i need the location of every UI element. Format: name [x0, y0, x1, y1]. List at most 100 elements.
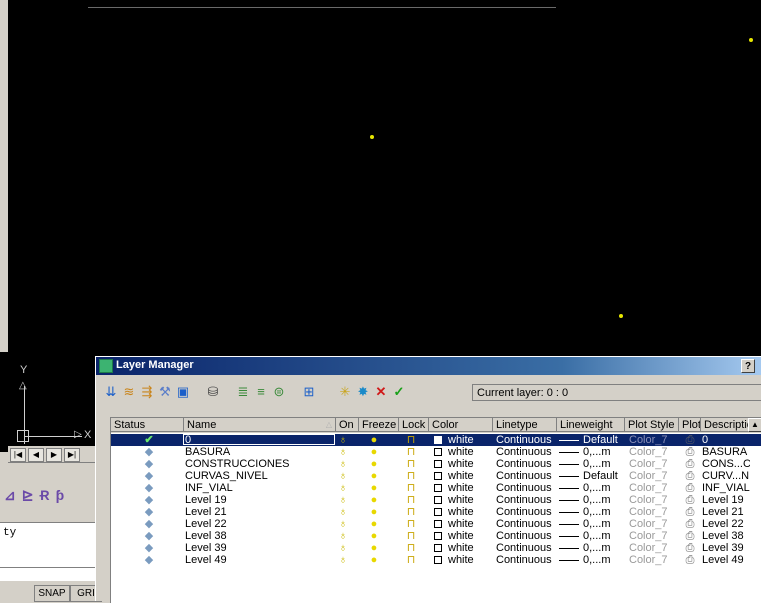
layer-row[interactable]: ◆ INF_VIAL ♁ ● ⊓ white Continuous 0,...m Color_7…	[111, 482, 761, 494]
layer-name[interactable]: BASURA	[185, 446, 335, 458]
layer-lineweight[interactable]: 0,...m	[583, 530, 628, 542]
printer-icon[interactable]: ⎙	[680, 554, 700, 566]
layer-lineweight[interactable]: 0,...m	[583, 554, 628, 566]
layer-name[interactable]: Level 49	[185, 554, 335, 566]
layer-description[interactable]: CONS...C	[702, 458, 750, 470]
layer-linetype[interactable]: Continuous	[496, 494, 558, 506]
layer-status-icon[interactable]: ◆	[141, 530, 157, 542]
sun-thawed-icon[interactable]: ●	[367, 434, 381, 446]
layer-linetype[interactable]: Continuous	[496, 458, 558, 470]
column-header-plot-style[interactable]: Plot Style	[625, 418, 679, 432]
lightbulb-on-icon[interactable]: ♁	[337, 482, 349, 494]
layer-color[interactable]: white	[448, 518, 488, 530]
column-header-linetype[interactable]: Linetype	[493, 418, 557, 432]
layer-color[interactable]: white	[448, 482, 488, 494]
filter-icon[interactable]: ⛁	[204, 383, 222, 401]
layer-name[interactable]: Level 22	[185, 518, 335, 530]
region-tool-icon[interactable]: ⊵	[22, 488, 34, 502]
layer-row[interactable]: ◆ CONSTRUCCIONES ♁ ● ⊓ white Continuous 0,...m C…	[111, 458, 761, 470]
column-header-freeze[interactable]: Freeze	[359, 418, 399, 432]
color-swatch[interactable]	[434, 448, 442, 456]
layer-name[interactable]: Level 39	[185, 542, 335, 554]
layer-status-icon[interactable]: ◆	[141, 482, 157, 494]
drawing-point[interactable]	[370, 135, 374, 139]
drawing-point[interactable]	[619, 314, 623, 318]
layer-linetype[interactable]: Continuous	[496, 530, 558, 542]
layer-lineweight[interactable]: 0,...m	[583, 494, 628, 506]
color-swatch[interactable]	[434, 508, 442, 516]
printer-icon[interactable]: ⎙	[680, 434, 700, 446]
printer-icon[interactable]: ⎙	[680, 506, 700, 518]
color-swatch[interactable]	[434, 544, 442, 552]
color-swatch[interactable]	[434, 520, 442, 528]
column-header-lock[interactable]: Lock	[399, 418, 429, 432]
column-header-name[interactable]: Name △	[184, 418, 336, 432]
color-swatch[interactable]	[434, 472, 442, 480]
layer-name[interactable]: 0	[185, 434, 335, 446]
layer-description[interactable]: Level 49	[702, 554, 750, 566]
layer-color[interactable]: white	[448, 458, 488, 470]
unlocked-icon[interactable]: ⊓	[404, 542, 418, 554]
layer-linetype[interactable]: Continuous	[496, 518, 558, 530]
lightbulb-on-icon[interactable]: ♁	[337, 554, 349, 566]
color-swatch[interactable]	[434, 484, 442, 492]
layer-description[interactable]: 0	[702, 434, 750, 446]
layer-status-icon[interactable]: ◆	[141, 506, 157, 518]
scroll-up-button[interactable]: ▲	[748, 418, 761, 432]
layer-color[interactable]: white	[448, 530, 488, 542]
printer-icon[interactable]: ⎙	[680, 482, 700, 494]
unlocked-icon[interactable]: ⊓	[404, 446, 418, 458]
color-swatch[interactable]	[434, 532, 442, 540]
help-button[interactable]: ?	[741, 359, 755, 373]
color-swatch[interactable]	[434, 460, 442, 468]
sun-thawed-icon[interactable]: ●	[367, 518, 381, 530]
layer-row[interactable]: ◆ Level 39 ♁ ● ⊓ white Continuous 0,...m Color_7…	[111, 542, 761, 554]
layer-color[interactable]: white	[448, 470, 488, 482]
unlocked-icon[interactable]: ⊓	[404, 530, 418, 542]
column-header-color[interactable]: Color	[429, 418, 493, 432]
layer-description[interactable]: Level 19	[702, 494, 750, 506]
layer-row[interactable]: ◆ Level 21 ♁ ● ⊓ white Continuous 0,...m Color_7…	[111, 506, 761, 518]
unlocked-icon[interactable]: ⊓	[404, 458, 418, 470]
printer-icon[interactable]: ⎙	[680, 542, 700, 554]
layer-name[interactable]: CONSTRUCCIONES	[185, 458, 335, 470]
layer-state-icon[interactable]: ≋	[120, 383, 138, 401]
layer-lineweight[interactable]: 0,...m	[583, 482, 628, 494]
column-header-plot[interactable]: Plot	[679, 418, 701, 432]
layer-color[interactable]: white	[448, 506, 488, 518]
drawing-point[interactable]	[749, 38, 753, 42]
layer-description[interactable]: Level 22	[702, 518, 750, 530]
unlocked-icon[interactable]: ⊓	[404, 494, 418, 506]
lightbulb-on-icon[interactable]: ♁	[337, 530, 349, 542]
layer-status-icon[interactable]: ◆	[141, 542, 157, 554]
layer-color[interactable]: white	[448, 554, 488, 566]
next-tab-button[interactable]: ▶	[46, 448, 62, 462]
lightbulb-on-icon[interactable]: ♁	[337, 506, 349, 518]
set-current-icon[interactable]: ✓	[390, 383, 408, 401]
sun-thawed-icon[interactable]: ●	[367, 470, 381, 482]
prev-tab-button[interactable]: ◀	[28, 448, 44, 462]
layer-name[interactable]: Level 21	[185, 506, 335, 518]
lightbulb-on-icon[interactable]: ♁	[337, 446, 349, 458]
sun-thawed-icon[interactable]: ●	[367, 506, 381, 518]
layer-group-edit-icon[interactable]: ≡	[252, 383, 270, 401]
layer-description[interactable]: Level 39	[702, 542, 750, 554]
layer-linetype[interactable]: Continuous	[496, 506, 558, 518]
color-swatch[interactable]	[434, 496, 442, 504]
dialog-title-bar[interactable]: Layer Manager ?	[96, 357, 761, 375]
layer-row[interactable]: ◆ Level 22 ♁ ● ⊓ white Continuous 0,...m Color_7…	[111, 518, 761, 530]
ray-tool-icon[interactable]: ƥ	[56, 488, 65, 502]
layer-description[interactable]: Level 21	[702, 506, 750, 518]
layer-color[interactable]: white	[448, 434, 488, 446]
sun-thawed-icon[interactable]: ●	[367, 446, 381, 458]
layer-status-icon[interactable]: ◆	[141, 446, 157, 458]
unlocked-icon[interactable]: ⊓	[404, 482, 418, 494]
current-layer-check-icon[interactable]: ✔	[141, 434, 157, 446]
layer-lineweight[interactable]: 0,...m	[583, 458, 628, 470]
layer-description[interactable]: Level 38	[702, 530, 750, 542]
layer-color[interactable]: white	[448, 542, 488, 554]
last-tab-button[interactable]: ▶|	[64, 448, 80, 462]
layer-status-icon[interactable]: ◆	[141, 494, 157, 506]
column-header-status[interactable]: Status	[111, 418, 184, 432]
delete-layer-icon[interactable]: ✕	[372, 383, 390, 401]
